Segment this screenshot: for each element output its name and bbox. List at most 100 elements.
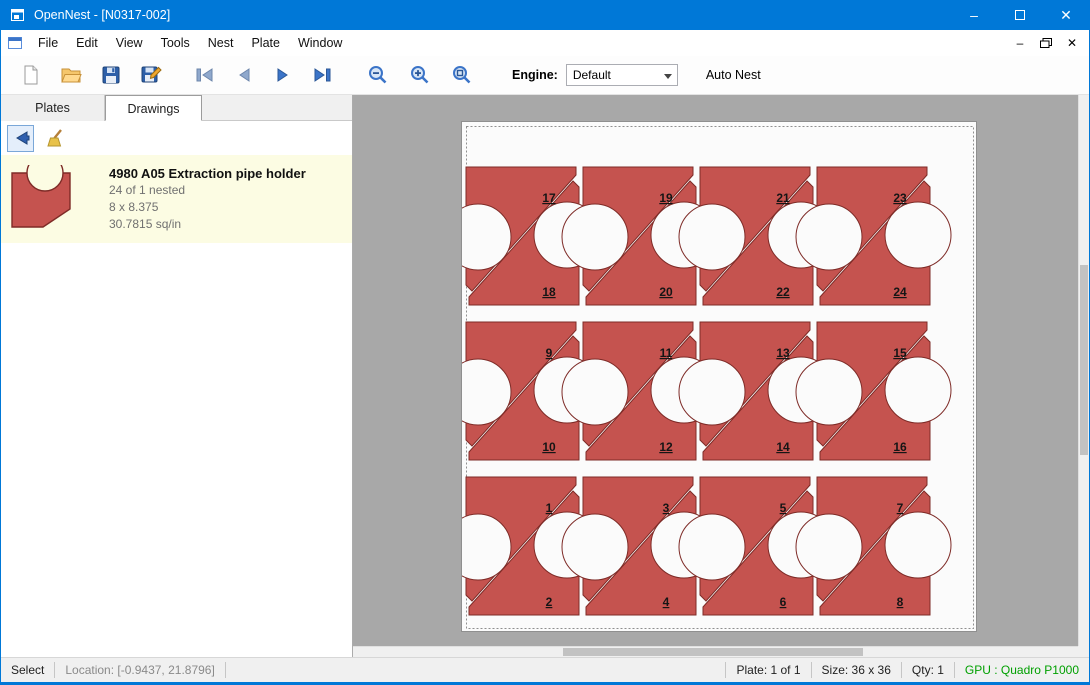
status-gpu: GPU : Quadro P1000 [955, 663, 1089, 677]
maximize-button[interactable] [997, 0, 1043, 30]
drawings-toolbar [1, 121, 352, 155]
open-button[interactable] [55, 59, 87, 91]
menu-item-file[interactable]: File [29, 31, 67, 55]
part-number: 9 [546, 346, 553, 360]
back-arrow-icon [11, 128, 31, 148]
zoom-in-button[interactable] [404, 59, 436, 91]
nav-prev-button[interactable] [228, 59, 260, 91]
prev-plate-icon [232, 64, 256, 86]
window-title: OpenNest - [N0317-002] [34, 8, 170, 22]
status-location: Location: [-0.9437, 21.8796] [55, 663, 224, 677]
part-number: 22 [776, 285, 790, 299]
part-number: 5 [780, 501, 787, 515]
new-file-icon [20, 64, 42, 86]
broom-icon [46, 128, 66, 148]
menu-item-window[interactable]: Window [289, 31, 351, 55]
vertical-scroll-thumb[interactable] [1080, 265, 1088, 455]
zoom-out-button[interactable] [362, 59, 394, 91]
part-notch [885, 202, 951, 268]
app-window: OpenNest - [N0317-002] – ✕ FileEditViewT… [0, 0, 1090, 685]
part-number: 8 [897, 595, 904, 609]
menu-item-nest[interactable]: Nest [199, 31, 243, 55]
last-plate-icon [310, 64, 334, 86]
zoom-out-icon [367, 64, 389, 86]
part-number: 7 [897, 501, 904, 515]
save-icon [100, 64, 122, 86]
part-number: 14 [776, 440, 790, 454]
part-number: 18 [542, 285, 556, 299]
part-number: 24 [893, 285, 907, 299]
drawing-title: 4980 A05 Extraction pipe holder [109, 165, 306, 182]
menu-items: FileEditViewToolsNestPlateWindow [29, 31, 351, 55]
tab-plates[interactable]: Plates [1, 95, 105, 121]
minimize-button[interactable]: – [951, 0, 997, 30]
part-notch [796, 514, 862, 580]
plate-sheet[interactable]: 171819202122232491011121314151612345678 [461, 121, 977, 632]
status-size: Size: 36 x 36 [812, 663, 901, 677]
drawing-area: 30.7815 sq/in [109, 216, 306, 233]
part-number: 2 [546, 595, 553, 609]
clear-button[interactable] [42, 125, 69, 152]
status-qty: Qty: 1 [902, 663, 954, 677]
horizontal-scroll-thumb[interactable] [563, 648, 863, 656]
part-number: 15 [893, 346, 907, 360]
menu-item-view[interactable]: View [107, 31, 152, 55]
part-notch [562, 359, 628, 425]
next-plate-icon [271, 64, 295, 86]
zoom-in-icon [409, 64, 431, 86]
part-notch [885, 512, 951, 578]
save-button[interactable] [95, 59, 127, 91]
menu-item-plate[interactable]: Plate [242, 31, 289, 55]
part-number: 19 [659, 191, 673, 205]
part-number: 4 [663, 595, 670, 609]
mdi-minimize-button[interactable]: – [1009, 33, 1031, 53]
status-plate: Plate: 1 of 1 [726, 663, 810, 677]
main-toolbar: Engine: Default Auto Nest [1, 56, 1089, 95]
new-button[interactable] [15, 59, 47, 91]
mdi-restore-button[interactable] [1035, 33, 1057, 53]
part-notch [679, 204, 745, 270]
part-number: 13 [776, 346, 790, 360]
canvas-horizontal-scrollbar[interactable] [353, 646, 1078, 657]
status-mode: Select [1, 663, 54, 677]
document-icon [7, 35, 23, 51]
menu-bar: FileEditViewToolsNestPlateWindow – ✕ [1, 30, 1089, 56]
tab-drawings[interactable]: Drawings [105, 95, 202, 121]
drawing-nested-count: 24 of 1 nested [109, 182, 306, 199]
tab-strip: Plates Drawings [1, 95, 352, 121]
part-number: 11 [660, 346, 673, 360]
app-icon [10, 7, 26, 23]
engine-combo-value: Default [567, 68, 611, 82]
part-notch [679, 359, 745, 425]
nav-first-button[interactable] [189, 59, 221, 91]
place-part-button[interactable] [7, 125, 34, 152]
engine-combo[interactable]: Default [566, 64, 678, 86]
canvas-vertical-scrollbar[interactable] [1078, 95, 1089, 646]
part-number: 16 [893, 440, 907, 454]
part-number: 20 [659, 285, 673, 299]
status-bar: Select Location: [-0.9437, 21.8796] Plat… [1, 657, 1089, 682]
auto-nest-button[interactable]: Auto Nest [700, 64, 767, 86]
nest-canvas[interactable]: 171819202122232491011121314151612345678 [353, 95, 1089, 657]
part-number: 21 [776, 191, 790, 205]
close-button[interactable]: ✕ [1043, 0, 1089, 30]
side-panel: Plates Drawings [1, 95, 353, 657]
nav-next-button[interactable] [267, 59, 299, 91]
engine-label: Engine: [512, 68, 558, 82]
part-number: 6 [780, 595, 787, 609]
part-notch [562, 204, 628, 270]
part-notch [796, 359, 862, 425]
zoom-fit-button[interactable] [446, 59, 478, 91]
menu-item-edit[interactable]: Edit [67, 31, 107, 55]
mdi-close-button[interactable]: ✕ [1061, 33, 1083, 53]
menu-item-tools[interactable]: Tools [152, 31, 199, 55]
drawing-size: 8 x 8.375 [109, 199, 306, 216]
save-edit-icon [140, 64, 162, 86]
part-notch [796, 204, 862, 270]
nav-last-button[interactable] [306, 59, 338, 91]
plate-svg[interactable]: 171819202122232491011121314151612345678 [462, 122, 978, 633]
save-as-button[interactable] [135, 59, 167, 91]
scrollbar-corner [1078, 646, 1089, 657]
first-plate-icon [193, 64, 217, 86]
drawing-list-item[interactable]: 4980 A05 Extraction pipe holder 24 of 1 … [1, 155, 352, 243]
